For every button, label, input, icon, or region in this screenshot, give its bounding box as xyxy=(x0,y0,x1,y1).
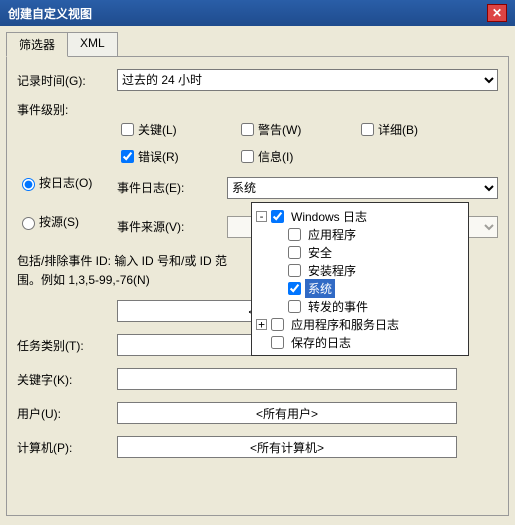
tree-system[interactable]: 系统 xyxy=(254,279,466,297)
event-logs-select[interactable]: 系统 xyxy=(227,177,498,199)
chk-warning[interactable]: 警告(W) xyxy=(237,120,357,139)
level-group: 关键(L) 警告(W) 详细(B) 错误(R) 信息(I) xyxy=(117,120,498,174)
tree-security[interactable]: 安全 xyxy=(254,243,466,261)
chk-verbose[interactable]: 详细(B) xyxy=(357,120,477,139)
tree-forwarded[interactable]: 转发的事件 xyxy=(254,297,466,315)
keywords-label: 关键字(K): xyxy=(17,371,117,388)
chk-error[interactable]: 错误(R) xyxy=(117,147,237,166)
tab-xml[interactable]: XML xyxy=(67,32,118,56)
tree-application[interactable]: 应用程序 xyxy=(254,225,466,243)
tree-app-services[interactable]: + 应用程序和服务日志 xyxy=(254,315,466,333)
computer-input[interactable] xyxy=(117,436,457,458)
event-logs-tree: - Windows 日志 应用程序 安全 安装程序 xyxy=(251,202,469,356)
logged-label: 记录时间(G): xyxy=(17,72,117,89)
radio-by-source[interactable]: 按源(S) xyxy=(17,213,117,230)
window-title: 创建自定义视图 xyxy=(8,5,487,22)
user-label: 用户(U): xyxy=(17,405,117,422)
logged-select[interactable]: 过去的 24 小时 xyxy=(117,69,498,91)
id-note: 包括/排除事件 ID: 输入 ID 号和/或 ID 范围。例如 1,3,5-99… xyxy=(17,252,237,290)
expand-icon[interactable]: + xyxy=(256,319,267,330)
tab-strip: 筛选器 XML xyxy=(6,32,509,56)
collapse-icon[interactable]: - xyxy=(256,211,267,222)
chk-critical[interactable]: 关键(L) xyxy=(117,120,237,139)
tree-saved[interactable]: 保存的日志 xyxy=(254,333,466,351)
task-category-label: 任务类别(T): xyxy=(17,337,117,354)
title-bar: 创建自定义视图 ✕ xyxy=(0,0,515,26)
computer-label: 计算机(P): xyxy=(17,439,117,456)
tab-filter[interactable]: 筛选器 xyxy=(6,32,68,57)
level-label: 事件级别: xyxy=(17,101,117,118)
tree-windows-logs[interactable]: - Windows 日志 xyxy=(254,207,466,225)
tree-setup[interactable]: 安装程序 xyxy=(254,261,466,279)
client-area: 筛选器 XML 记录时间(G): 过去的 24 小时 事件级别: 关键(L) 警… xyxy=(0,26,515,522)
keywords-input[interactable] xyxy=(117,368,457,390)
event-logs-label: 事件日志(E): xyxy=(117,179,227,196)
filter-panel: 记录时间(G): 过去的 24 小时 事件级别: 关键(L) 警告(W) 详细(… xyxy=(6,56,509,516)
close-icon[interactable]: ✕ xyxy=(487,4,507,22)
user-input[interactable] xyxy=(117,402,457,424)
radio-by-log[interactable]: 按日志(O) xyxy=(17,174,117,191)
event-sources-label: 事件来源(V): xyxy=(117,218,227,235)
chk-info[interactable]: 信息(I) xyxy=(237,147,357,166)
